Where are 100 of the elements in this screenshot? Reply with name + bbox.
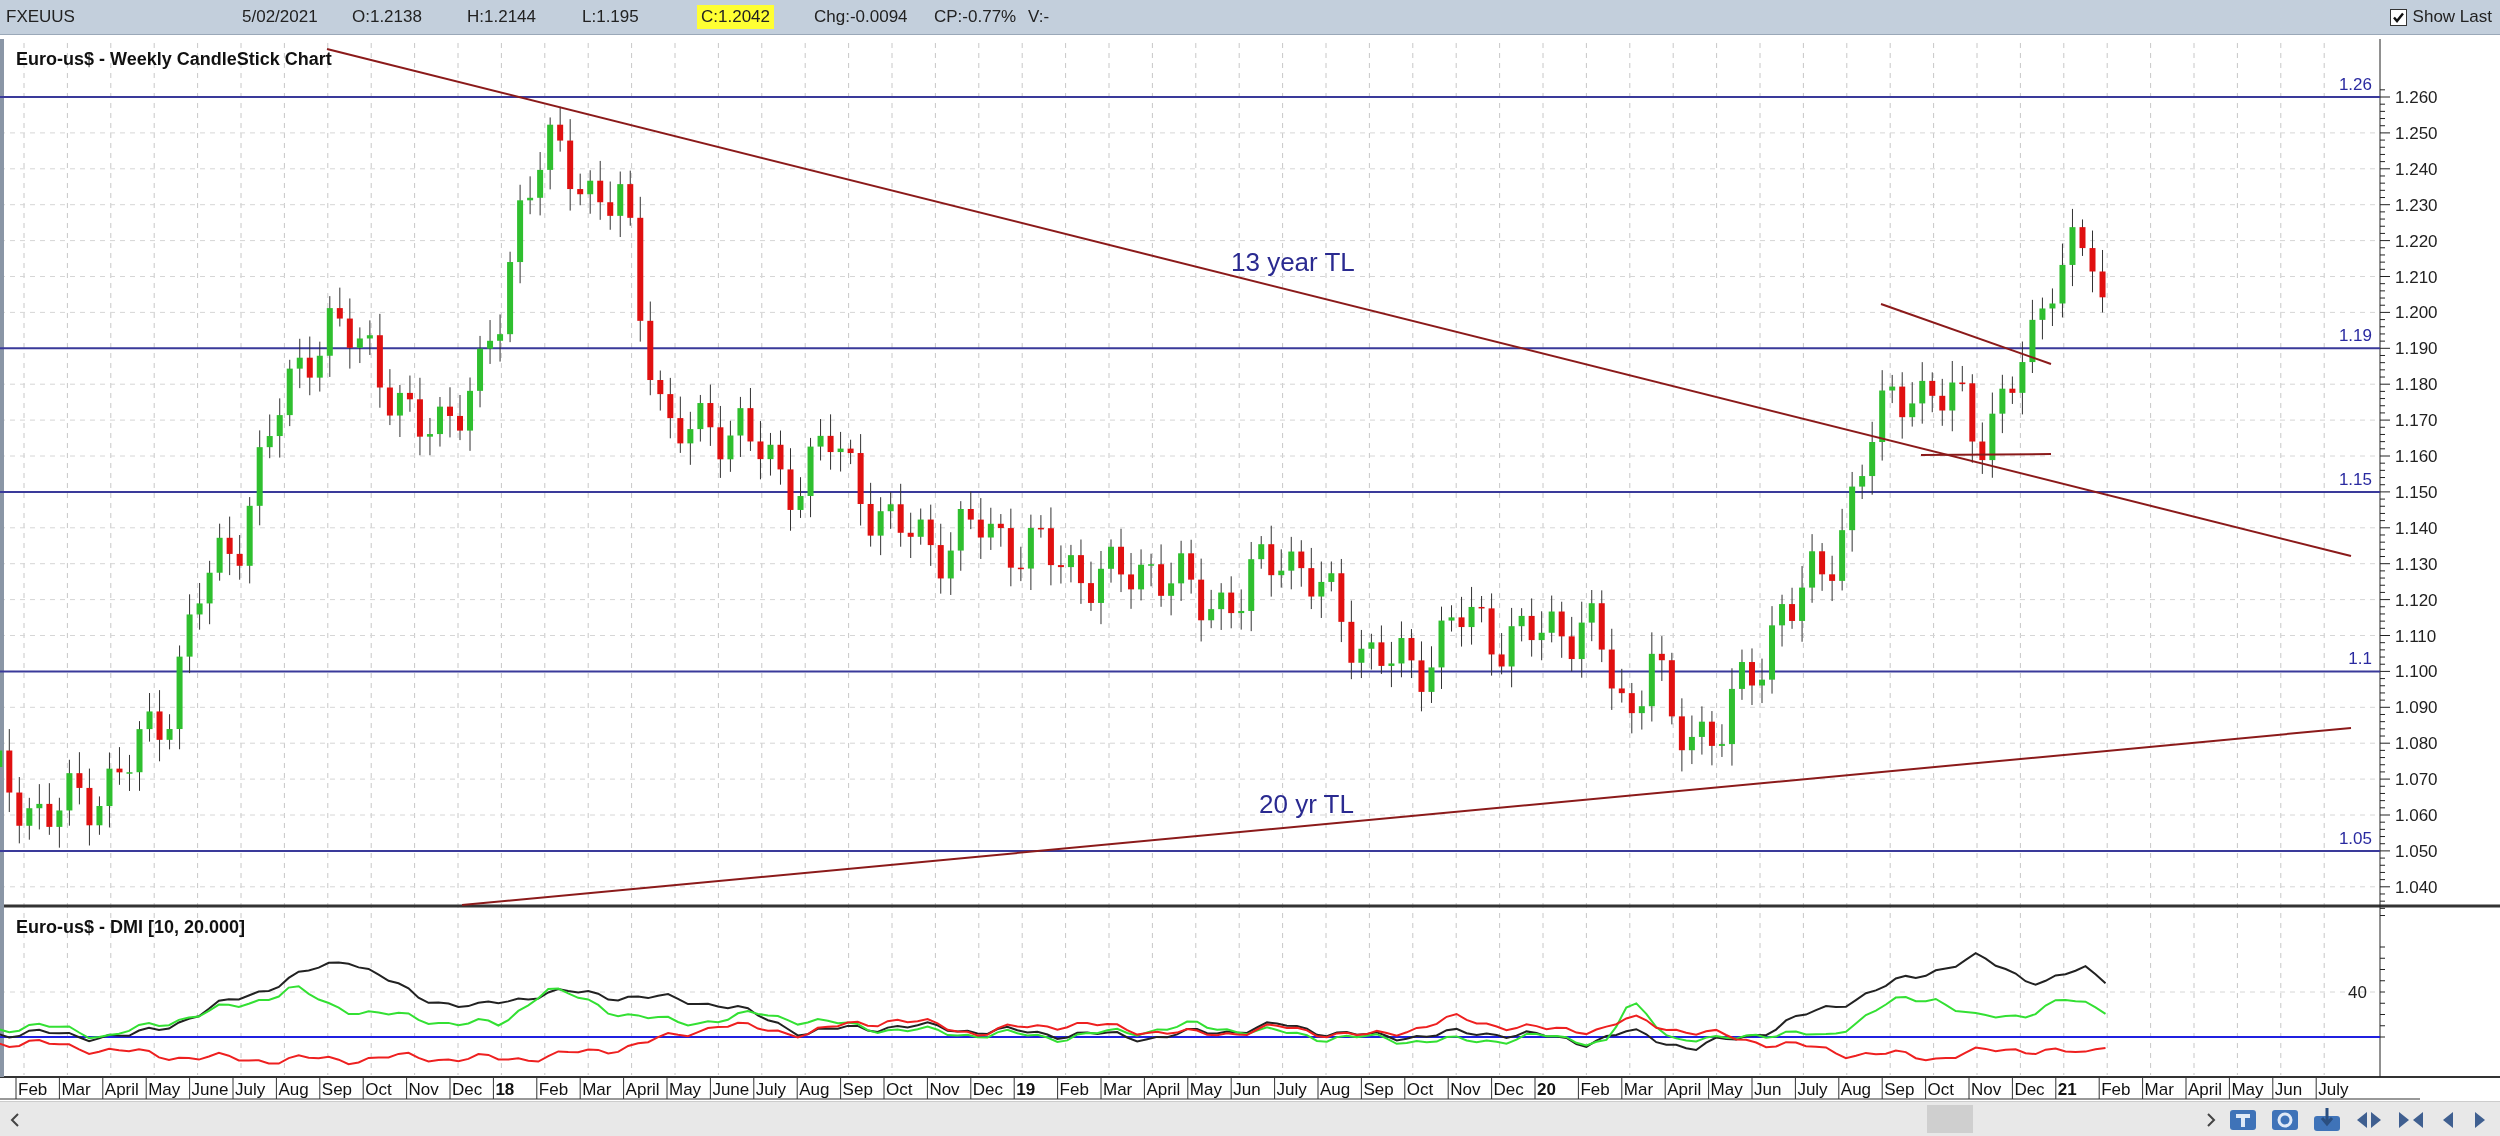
time-axis-label: Aug bbox=[1320, 1080, 1351, 1099]
time-axis-label: Mar bbox=[2144, 1080, 2174, 1099]
time-axis-label: Jun bbox=[1233, 1080, 1261, 1099]
time-axis-label: Aug bbox=[1840, 1080, 1872, 1099]
time-axis-label: Sep bbox=[1363, 1080, 1394, 1099]
price-axis-label: 1.120 bbox=[2395, 590, 2438, 610]
date-text: 5/02/2021 bbox=[242, 7, 319, 27]
time-axis-label: 18 bbox=[495, 1080, 515, 1099]
time-axis-label: Dec bbox=[452, 1080, 483, 1099]
tool-icon[interactable] bbox=[2228, 1107, 2258, 1133]
price-axis-label: 1.070 bbox=[2395, 770, 2438, 790]
time-axis-label: Feb bbox=[2101, 1080, 2131, 1099]
price-axis-label: 1.060 bbox=[2395, 806, 2438, 825]
time-axis-label: Feb bbox=[1580, 1080, 1610, 1099]
time-axis-label: Mar bbox=[1103, 1080, 1133, 1099]
time-axis-label: May bbox=[1710, 1080, 1743, 1099]
time-axis-label: Nov bbox=[929, 1080, 960, 1099]
time-axis-label: Feb bbox=[538, 1080, 569, 1099]
time-axis-label: Oct bbox=[886, 1080, 913, 1099]
indicator-title: Euro-us$ - DMI [10, 20.000] bbox=[16, 917, 246, 937]
low-value: L:1.195 bbox=[582, 7, 640, 27]
time-axis-label: July bbox=[235, 1080, 266, 1099]
time-axis-label: July bbox=[1276, 1080, 1307, 1099]
level-label: 1.19 bbox=[2338, 326, 2372, 346]
price-axis-label: 1.230 bbox=[2395, 195, 2438, 215]
scroll-left-icon[interactable] bbox=[8, 1112, 22, 1128]
level-label: 1.26 bbox=[2338, 75, 2372, 94]
time-axis-label: Oct bbox=[1927, 1080, 1955, 1099]
price-axis-label: 1.180 bbox=[2395, 375, 2438, 395]
time-axis-label: Nov bbox=[1971, 1080, 2002, 1099]
level-label: 1.05 bbox=[2338, 828, 2372, 848]
time-axis-label: 21 bbox=[2057, 1080, 2077, 1099]
time-axis-label: Oct bbox=[1406, 1080, 1434, 1099]
time-axis-label: May bbox=[2231, 1080, 2264, 1099]
price-axis-label: 1.100 bbox=[2395, 662, 2438, 682]
time-axis-label: July bbox=[2318, 1080, 2349, 1099]
time-axis-label: June bbox=[712, 1080, 750, 1099]
price-axis-label: 1.250 bbox=[2395, 123, 2438, 143]
price-axis-label: 1.130 bbox=[2395, 554, 2438, 574]
time-axis-label: Aug bbox=[278, 1080, 309, 1099]
chart-title: Euro-us$ - Weekly CandleStick Chart bbox=[16, 49, 332, 69]
time-axis-label: May bbox=[1189, 1080, 1222, 1099]
time-axis-label: Feb bbox=[18, 1080, 48, 1099]
price-axis-label: 1.090 bbox=[2395, 698, 2438, 718]
time-axis-label: Nov bbox=[408, 1080, 439, 1099]
close-value: C:1.2042 bbox=[697, 5, 774, 29]
time-axis-label: Nov bbox=[1450, 1080, 1481, 1099]
time-axis-label: May bbox=[669, 1080, 702, 1099]
price-axis-label: 1.050 bbox=[2395, 841, 2438, 861]
time-axis-label: Mar bbox=[582, 1080, 612, 1099]
price-axis-label: 1.040 bbox=[2395, 877, 2438, 897]
price-axis-label: 1.240 bbox=[2395, 159, 2438, 179]
change-percent-value: CP:-0.77% bbox=[934, 7, 1018, 27]
time-axis-label: 20 bbox=[1537, 1080, 1556, 1099]
time-axis-label: April bbox=[1146, 1080, 1181, 1099]
download-icon[interactable] bbox=[2312, 1107, 2342, 1133]
time-axis-label: April bbox=[1667, 1080, 1702, 1099]
symbol-text: FXEUUS bbox=[6, 7, 76, 27]
show-last-label: Show Last bbox=[2412, 7, 2492, 27]
time-axis-label: Mar bbox=[1623, 1080, 1654, 1099]
price-axis-label: 1.080 bbox=[2395, 734, 2438, 754]
price-axis-label: 1.220 bbox=[2395, 231, 2438, 251]
time-axis-label: May bbox=[148, 1080, 181, 1099]
time-axis-label: April bbox=[104, 1080, 139, 1099]
level-label: 1.1 bbox=[2348, 649, 2372, 669]
price-axis-label: 1.160 bbox=[2395, 447, 2438, 466]
time-axis-label: April bbox=[2188, 1080, 2222, 1099]
time-axis-label: April bbox=[625, 1080, 660, 1099]
time-axis-label: Aug bbox=[799, 1080, 830, 1099]
time-axis-label: Dec bbox=[972, 1080, 1004, 1099]
volume-value: V:- bbox=[1028, 7, 1050, 27]
scroll-right-icon[interactable] bbox=[2204, 1112, 2218, 1128]
show-last-checkbox[interactable] bbox=[2389, 8, 2407, 26]
price-axis-label: 1.260 bbox=[2395, 88, 2438, 107]
time-axis-label: Dec bbox=[1493, 1080, 1524, 1099]
open-value: O:1.2138 bbox=[352, 7, 423, 27]
price-axis-label: 1.140 bbox=[2395, 518, 2438, 538]
level-label: 1.15 bbox=[2338, 469, 2372, 489]
collapse-arrows-icon[interactable] bbox=[2396, 1109, 2426, 1131]
tool-icon[interactable] bbox=[2270, 1107, 2300, 1133]
trendline-label: 13 year TL bbox=[1231, 247, 1355, 277]
time-axis-label: July bbox=[755, 1080, 787, 1099]
time-axis-label: July bbox=[1797, 1080, 1828, 1099]
scrollbar-thumb[interactable] bbox=[1927, 1105, 1973, 1133]
time-axis-label: Sep bbox=[842, 1080, 873, 1099]
price-axis-label: 1.170 bbox=[2395, 411, 2438, 431]
indicator-axis-label: 40 bbox=[2348, 983, 2367, 1002]
price-axis-label: 1.190 bbox=[2395, 339, 2438, 359]
trendline-label: 20 yr TL bbox=[1259, 789, 1354, 819]
time-axis-label: Oct bbox=[365, 1080, 392, 1099]
time-axis-label: Dec bbox=[2014, 1080, 2045, 1099]
time-axis-label: Jun bbox=[2274, 1080, 2303, 1099]
time-axis-label: Feb bbox=[1059, 1080, 1089, 1099]
time-axis-label: Sep bbox=[1884, 1080, 1915, 1099]
price-axis-label: 1.150 bbox=[2395, 482, 2438, 502]
time-axis-label: Jun bbox=[1754, 1080, 1782, 1099]
high-value: H:1.2144 bbox=[467, 7, 537, 27]
price-axis-label: 1.110 bbox=[2395, 626, 2437, 646]
time-axis-label: June bbox=[191, 1080, 229, 1099]
time-axis-label: Mar bbox=[61, 1080, 91, 1099]
